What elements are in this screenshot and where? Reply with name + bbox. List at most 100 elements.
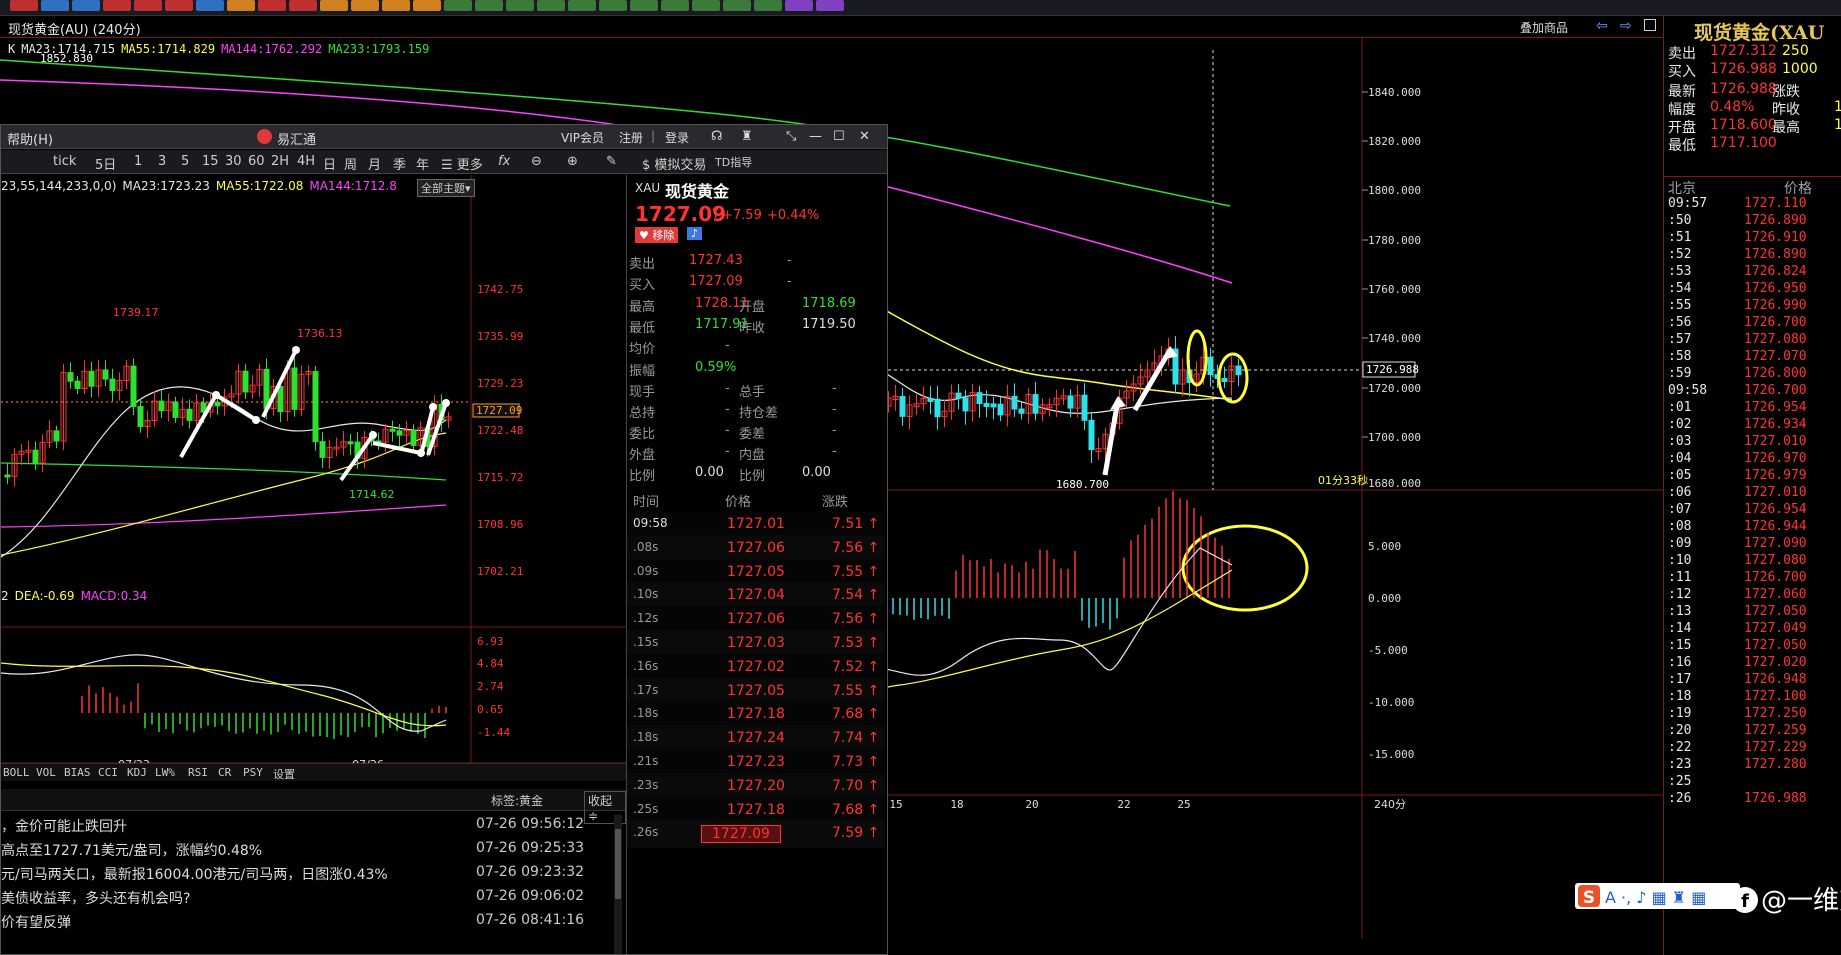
toolbar-button[interactable] <box>41 0 69 11</box>
period-tab[interactable]: 2H <box>271 154 289 169</box>
tick-time: :22 <box>1668 740 1692 755</box>
bell-icon[interactable]: ♪ <box>687 227 703 240</box>
toolbar-button[interactable] <box>568 0 596 11</box>
toolbar-button[interactable] <box>413 0 441 11</box>
indicator-tab[interactable]: PSY <box>243 766 263 779</box>
period-tab[interactable]: 4H <box>297 154 315 169</box>
tick-row: :26 1726.988 <box>1664 789 1841 809</box>
toolbar-button[interactable] <box>754 0 782 11</box>
period-label: 240分 <box>1374 798 1406 811</box>
td-index-button[interactable]: TD指导 <box>715 154 752 170</box>
indicator-tab[interactable]: 设置 <box>273 766 295 782</box>
layout-icon[interactable] <box>1644 19 1656 31</box>
period-tab[interactable]: 30 <box>225 154 242 169</box>
period-tab[interactable]: 5日 <box>95 154 116 173</box>
period-tab[interactable]: 60 <box>248 154 265 169</box>
indicator-tab[interactable]: CCI <box>98 766 118 779</box>
arrow-left-icon[interactable]: ⇦ <box>1596 18 1608 34</box>
toolbar-button[interactable] <box>258 0 286 11</box>
zoom-in-icon[interactable]: ⊕ <box>567 154 578 169</box>
toolbar-button[interactable] <box>10 0 38 11</box>
arrow-right-icon[interactable]: ⇨ <box>1620 18 1632 34</box>
toolbar-button[interactable] <box>692 0 720 11</box>
period-tab[interactable]: 5 <box>181 154 189 169</box>
login-link[interactable]: 登录 <box>665 129 689 146</box>
close-icon[interactable]: ✕ <box>859 129 870 144</box>
indicator-tab[interactable]: VOL <box>36 766 56 779</box>
news-time: 07-26 09:56:12 <box>476 816 585 832</box>
news-scrollbar[interactable] <box>614 815 622 954</box>
vip-link[interactable]: VIP会员 <box>561 129 604 146</box>
toolbar-button[interactable] <box>599 0 627 11</box>
svg-text:S: S <box>1583 888 1595 908</box>
yihuitong-window[interactable]: 帮助(H) 易汇通 VIP会员 注册 | 登录 ☊ ♜ ⤡ — ☐ ✕ tick… <box>0 124 888 955</box>
indicator-tab[interactable]: CR <box>218 766 231 779</box>
indicator-tab[interactable]: LW% <box>155 766 175 779</box>
indicator-tab[interactable]: RSI <box>188 766 208 779</box>
maximize-icon[interactable]: ☐ <box>833 129 845 144</box>
toolbar-button[interactable] <box>816 0 844 11</box>
news-list[interactable]: ，金价可能止跌回升 07-26 09:56:12 高点至1727.71美元/盎司，涨… <box>1 811 626 954</box>
toolbar-button[interactable] <box>785 0 813 11</box>
toolbar-button[interactable] <box>165 0 193 11</box>
toolbar-button[interactable] <box>630 0 658 11</box>
overlay-kline-chart[interactable]: 1742.75 1735.99 1729.23 1722.48 1715.72 1708.… <box>1 175 626 895</box>
toolbar-button[interactable] <box>537 0 565 11</box>
toolbar-button[interactable] <box>134 0 162 11</box>
collapse-icon[interactable]: ⤡ <box>786 129 796 144</box>
trade-time: .23s <box>633 777 659 792</box>
toolbar-button[interactable] <box>351 0 379 11</box>
news-item[interactable]: 价有望反弹 07-26 08:41:16 <box>1 907 611 935</box>
indicator-tab[interactable]: KDJ <box>127 766 147 779</box>
fx-icon[interactable]: fx <box>498 154 510 169</box>
toolbar-button[interactable] <box>227 0 255 11</box>
svg-text:f: f <box>1741 891 1749 912</box>
watermark: S A ·, ♪ ▦ ♜ ▦ f @一维交易员 <box>1575 883 1841 916</box>
more-menu[interactable]: ☰ 更多 <box>441 154 483 173</box>
overlay-ma-legend: 23,55,144,233,0,0) MA23:1723.23 MA55:1722.… <box>1 179 403 193</box>
tick-time: :25 <box>1668 774 1692 789</box>
quote-row: 幅度0.48%昨收1 <box>1664 98 1841 118</box>
tick-time: :15 <box>1668 638 1692 653</box>
indicator-tab[interactable]: BIAS <box>64 766 91 779</box>
toolbar-button[interactable] <box>103 0 131 11</box>
period-tab[interactable]: 季 <box>393 154 406 173</box>
remove-button[interactable]: ♥ 移除 <box>635 227 679 243</box>
help-menu[interactable]: 帮助(H) <box>7 129 53 148</box>
period-tab[interactable]: 月 <box>368 154 381 173</box>
toolbar-button[interactable] <box>382 0 410 11</box>
toolbar-button[interactable] <box>723 0 751 11</box>
period-tab[interactable]: 15 <box>202 154 219 169</box>
toolbar-button[interactable] <box>196 0 224 11</box>
zoom-out-icon[interactable]: ⊖ <box>531 154 542 169</box>
indicator-tab[interactable]: BOLL <box>3 766 30 779</box>
toolbar-button[interactable] <box>661 0 689 11</box>
period-tab[interactable]: 1 <box>134 154 142 169</box>
toolbar-button[interactable] <box>289 0 317 11</box>
candle-body <box>130 365 137 408</box>
field-value: 0.00 <box>802 465 831 480</box>
trade-time: .15s <box>633 635 659 649</box>
period-tab[interactable]: 日 <box>323 154 336 173</box>
candle-body <box>990 403 997 408</box>
toolbar-button[interactable] <box>475 0 503 11</box>
sim-trade-button[interactable]: $ 模拟交易 <box>642 154 706 173</box>
toolbar-button[interactable] <box>444 0 472 11</box>
shirt-icon[interactable]: ♜ <box>741 129 753 144</box>
tick-time: :04 <box>1668 451 1692 466</box>
draw-pen-icon[interactable]: ✎ <box>606 154 617 169</box>
minimize-icon[interactable]: — <box>809 129 822 144</box>
period-tab[interactable]: 3 <box>158 154 166 169</box>
register-link[interactable]: 注册 <box>619 129 643 146</box>
top-toolbar <box>0 0 1841 16</box>
tick-time: :07 <box>1668 502 1692 517</box>
toolbar-button[interactable] <box>72 0 100 11</box>
period-tab[interactable]: 年 <box>416 154 429 173</box>
period-tab[interactable]: tick <box>53 154 76 169</box>
toolbar-button[interactable] <box>506 0 534 11</box>
headset-icon[interactable]: ☊ <box>711 129 723 144</box>
period-tab[interactable]: 周 <box>344 154 357 173</box>
add-product-button[interactable]: 叠加商品 <box>1520 19 1568 36</box>
all-themes-button[interactable]: 全部主题▾ <box>417 179 475 197</box>
toolbar-button[interactable] <box>320 0 348 11</box>
